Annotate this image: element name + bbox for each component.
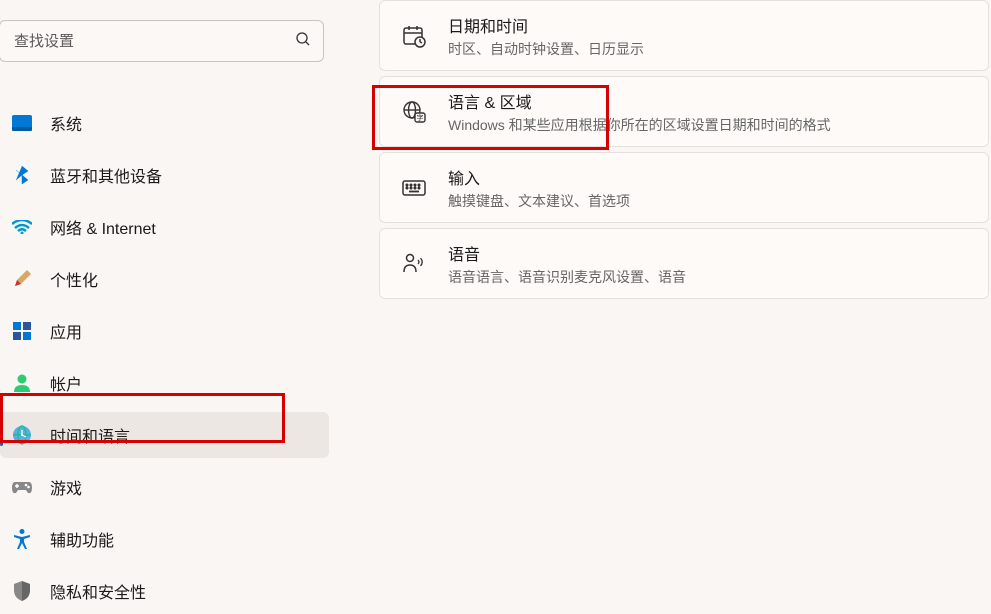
tile-title: 日期和时间 — [448, 13, 973, 37]
nav-label: 个性化 — [50, 267, 98, 291]
sidebar: 系统 蓝牙和其他设备 网络 & Internet 个性化 应用 — [0, 0, 329, 581]
nav-label: 帐户 — [50, 371, 82, 395]
tile-desc: 触摸键盘、文本建议、首选项 — [448, 191, 973, 211]
privacy-icon — [12, 581, 32, 601]
nav-label: 应用 — [50, 319, 82, 343]
bluetooth-icon — [12, 165, 32, 185]
nav-item-accessibility[interactable]: 辅助功能 — [0, 516, 329, 562]
time-language-icon — [12, 425, 32, 445]
nav-item-gaming[interactable]: 游戏 — [0, 464, 329, 510]
nav-label: 辅助功能 — [50, 527, 114, 551]
nav-label: 隐私和安全性 — [50, 579, 146, 603]
nav-label: 时间和语言 — [50, 423, 130, 447]
nav-item-time-language[interactable]: 时间和语言 — [0, 412, 329, 458]
nav-label: 游戏 — [50, 475, 82, 499]
tile-input[interactable]: 输入 触摸键盘、文本建议、首选项 — [379, 152, 989, 223]
nav-item-bluetooth[interactable]: 蓝牙和其他设备 — [0, 152, 329, 198]
tile-content: 输入 触摸键盘、文本建议、首选项 — [448, 165, 973, 211]
accounts-icon — [12, 373, 32, 393]
tile-desc: 语音语言、语音识别麦克风设置、语音 — [448, 267, 973, 287]
datetime-icon — [402, 24, 426, 48]
nav-item-network[interactable]: 网络 & Internet — [0, 204, 329, 250]
tile-desc: 时区、自动时钟设置、日历显示 — [448, 39, 973, 59]
tile-content: 语音 语音语言、语音识别麦克风设置、语音 — [448, 241, 973, 287]
tile-title: 语言 & 区域 — [448, 89, 973, 113]
nav-item-system[interactable]: 系统 — [0, 100, 329, 146]
nav-item-privacy[interactable]: 隐私和安全性 — [0, 568, 329, 614]
search-box[interactable] — [0, 20, 324, 62]
tile-title: 输入 — [448, 165, 973, 189]
speech-icon — [402, 252, 426, 276]
nav-item-personalization[interactable]: 个性化 — [0, 256, 329, 302]
nav-label: 网络 & Internet — [50, 215, 156, 239]
keyboard-icon — [402, 176, 426, 200]
system-icon — [12, 113, 32, 133]
tile-datetime[interactable]: 日期和时间 时区、自动时钟设置、日历显示 — [379, 0, 989, 71]
svg-text:字: 字 — [417, 113, 424, 122]
nav-item-apps[interactable]: 应用 — [0, 308, 329, 354]
main-content: 日期和时间 时区、自动时钟设置、日历显示 字 语言 & 区域 Windows 和… — [329, 0, 991, 581]
tile-language-region[interactable]: 字 语言 & 区域 Windows 和某些应用根据你所在的区域设置日期和时间的格… — [379, 76, 989, 147]
network-icon — [12, 217, 32, 237]
nav-list: 系统 蓝牙和其他设备 网络 & Internet 个性化 应用 — [0, 100, 329, 614]
tile-title: 语音 — [448, 241, 973, 265]
nav-item-accounts[interactable]: 帐户 — [0, 360, 329, 406]
language-icon: 字 — [402, 100, 426, 124]
tile-content: 日期和时间 时区、自动时钟设置、日历显示 — [448, 13, 973, 59]
gaming-icon — [12, 477, 32, 497]
nav-label: 蓝牙和其他设备 — [50, 163, 162, 187]
personalization-icon — [12, 269, 32, 289]
accessibility-icon — [12, 529, 32, 549]
tile-speech[interactable]: 语音 语音语言、语音识别麦克风设置、语音 — [379, 228, 989, 299]
search-icon — [295, 31, 311, 52]
tile-desc: Windows 和某些应用根据你所在的区域设置日期和时间的格式 — [448, 115, 973, 135]
tile-content: 语言 & 区域 Windows 和某些应用根据你所在的区域设置日期和时间的格式 — [448, 89, 973, 135]
apps-icon — [12, 321, 32, 341]
search-input[interactable] — [14, 33, 295, 50]
nav-label: 系统 — [50, 111, 82, 135]
